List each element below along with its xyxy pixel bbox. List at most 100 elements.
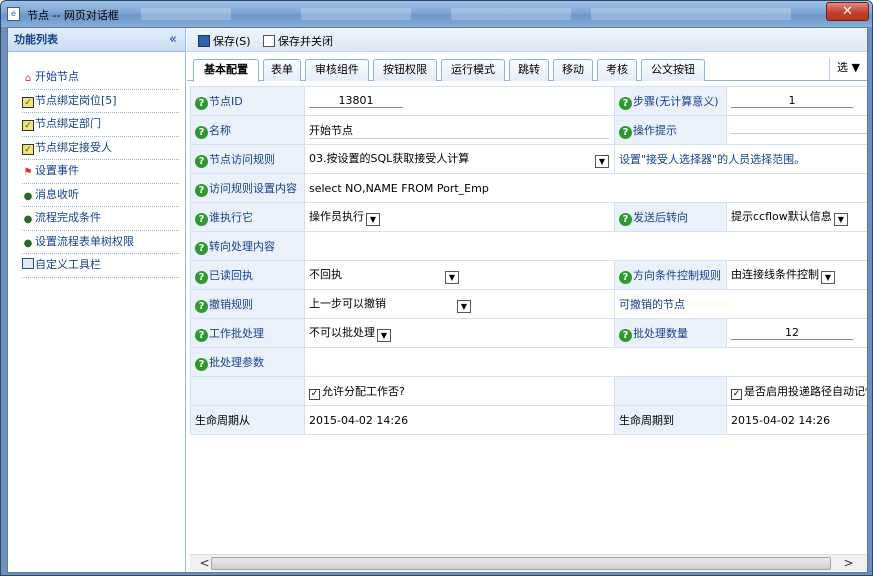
sidebar-item-label: 设置流程表单树权限 (35, 234, 134, 248)
tab-doc-button[interactable]: 公文按钮 (641, 59, 705, 81)
batch-count-label: ? 批处理数量 (614, 318, 727, 348)
help-icon: ? (619, 212, 632, 226)
sidebar-item-events[interactable]: ⚑ 设置事件 (22, 160, 179, 184)
sidebar-item-form-tree[interactable]: ● 设置流程表单树权限 (22, 231, 179, 254)
chevron-down-icon: ▼ (821, 271, 835, 284)
label-text: 发送后转向 (633, 210, 688, 224)
tab-run-mode[interactable]: 运行模式 (441, 59, 505, 81)
title-bar-blur (451, 8, 571, 20)
checkbox-label: 是否启用投递路径自动记忆 (744, 384, 867, 398)
sidebar-item-message[interactable]: ● 消息收听 (22, 184, 179, 207)
close-button[interactable]: ✕ (826, 2, 869, 21)
table-row: ? 转向处理内容 (190, 231, 867, 261)
access-rule-cell: 03.按设置的SQL获取接受人计算 ▼ (304, 144, 615, 174)
table-row: ? 节点ID 13801 ? 步骤(无计算意义) 1 (190, 86, 867, 116)
label-text: 节点ID (209, 94, 243, 108)
title-bar-blur (591, 8, 791, 20)
save-button[interactable]: 保存(S) (198, 33, 251, 49)
batch-select[interactable]: 不可以批处理 ▼ (309, 324, 391, 342)
sidebar-item-label: 自定义工具栏 (35, 258, 101, 271)
help-icon: ? (195, 241, 208, 255)
help-icon: ? (619, 328, 632, 342)
life-to-label: 生命周期到 (614, 405, 727, 435)
life-from-value[interactable]: 2015-04-02 14:26 (304, 405, 615, 435)
batch-count-field[interactable]: 12 (731, 326, 853, 340)
life-from-label: 生命周期从 (190, 405, 305, 435)
cancel-rule-label: ? 撤销规则 (190, 289, 305, 319)
users-icon: ● (23, 190, 33, 202)
turn-content-field[interactable] (304, 231, 867, 261)
label-text: 批处理数量 (633, 326, 688, 340)
enable-route-checkbox[interactable]: ✓ (731, 388, 742, 400)
sidebar-item-bind-station[interactable]: ✓ 节点绑定岗位[5] (22, 90, 179, 113)
tab-bar: 基本配置 表单 审核组件 按钮权限 运行模式 跳转 移动 考核 公文按钮 选 ▼ (187, 55, 867, 82)
sidebar-item-bind-receiver[interactable]: ✓ 节点绑定接受人 (22, 137, 179, 160)
sidebar-item-label: 开始节点 (35, 70, 79, 83)
sidebar-item-label: 消息收听 (35, 187, 79, 201)
title-bar-blur (301, 8, 411, 20)
sidebar-item-complete-cond[interactable]: ● 流程完成条件 (22, 207, 179, 231)
life-to-value[interactable]: 2015-04-02 14:26 (726, 405, 867, 435)
name-field[interactable]: 开始节点 (309, 122, 609, 139)
scroll-right-icon[interactable]: > (840, 555, 857, 572)
chevron-down-icon: ▼ (457, 300, 471, 313)
label-text: 方向条件控制规则 (633, 268, 721, 282)
read-receipt-cell: 不回执 ▼ (304, 260, 615, 290)
step-cell: 1 (726, 86, 867, 116)
who-exec-select[interactable]: 操作员执行 ▼ (309, 208, 380, 226)
select-value: 不回执 (309, 268, 342, 281)
page-icon: e (7, 7, 20, 21)
window-icon (263, 35, 275, 47)
collapse-icon[interactable]: « (169, 28, 177, 52)
node-id-field[interactable]: 13801 (309, 94, 403, 108)
node-id-label: ? 节点ID (190, 86, 305, 116)
dir-cond-select[interactable]: 由连接线条件控制 ▼ (731, 266, 835, 284)
horizontal-scrollbar[interactable]: < > (190, 554, 867, 571)
sidebar-item-toolbar[interactable]: 自定义工具栏 (22, 254, 179, 278)
save-close-button[interactable]: 保存并关闭 (263, 33, 333, 49)
tab-move[interactable]: 移动 (553, 59, 593, 81)
help-icon: ? (619, 270, 632, 284)
checkbox-icon: ✓ (22, 96, 34, 108)
title-bar: e 节点 -- 网页对话框 ✕ (1, 1, 872, 27)
sidebar-item-start-node[interactable]: ⌂ 开始节点 (22, 66, 179, 90)
panel-title: 功能列表 (14, 33, 58, 46)
label-text: 节点访问规则 (209, 152, 275, 166)
tab-button-permission[interactable]: 按钮权限 (373, 59, 437, 81)
select-value: 操作员执行 (309, 210, 364, 223)
tab-basic-config[interactable]: 基本配置 (193, 59, 259, 82)
sidebar-item-label: 设置事件 (35, 164, 79, 177)
tab-audit-component[interactable]: 审核组件 (305, 59, 369, 81)
help-icon: ? (195, 96, 208, 110)
read-receipt-select[interactable]: 不回执 ▼ (309, 266, 459, 284)
allow-assign-cell: ✓ 允许分配工作否? (304, 376, 615, 406)
step-field[interactable]: 1 (731, 94, 853, 108)
checkbox-label: 允许分配工作否? (322, 384, 405, 398)
access-content-field[interactable]: select NO,NAME FROM Port_Emp (304, 173, 867, 203)
scrollbar-thumb[interactable] (211, 557, 831, 570)
sidebar-item-bind-dept[interactable]: ✓ 节点绑定部门 (22, 113, 179, 137)
chevron-down-icon: ▼ (366, 213, 380, 226)
op-tip-field[interactable] (731, 132, 867, 134)
tab-assess[interactable]: 考核 (597, 59, 637, 81)
cancel-nodes-link[interactable]: 可撤销的节点 (614, 289, 867, 319)
help-icon: ? (619, 125, 632, 139)
save-close-label: 保存并关闭 (278, 35, 333, 48)
who-exec-cell: 操作员执行 ▼ (304, 202, 615, 232)
dialog-client: 功能列表 « ⌂ 开始节点 ✓ 节点绑定岗位[5] ✓ 节点绑定部门 ✓ 节点绑定接受人… (7, 27, 868, 573)
cancel-rule-select[interactable]: 上一步可以撤销 ▼ (309, 295, 471, 313)
table-row: 生命周期从 2015-04-02 14:26 生命周期到 2015-04-02 … (190, 405, 867, 435)
who-exec-label: ? 谁执行它 (190, 202, 305, 232)
function-list-panel: 功能列表 « ⌂ 开始节点 ✓ 节点绑定岗位[5] ✓ 节点绑定部门 ✓ 节点绑定接受人… (8, 28, 186, 572)
tab-more-button[interactable]: 选 ▼ (829, 58, 867, 80)
tab-form[interactable]: 表单 (263, 59, 301, 81)
batch-param-field[interactable] (304, 347, 867, 377)
after-send-select[interactable]: 提示ccflow默认信息 ▼ (731, 208, 848, 226)
label-text: 转向处理内容 (209, 239, 275, 253)
access-rule-select[interactable]: 03.按设置的SQL获取接受人计算 ▼ (309, 150, 609, 168)
label-text: 谁执行它 (209, 210, 253, 224)
allow-assign-checkbox[interactable]: ✓ (309, 388, 320, 400)
table-row: ? 撤销规则 上一步可以撤销 ▼ 可撤销的节点 (190, 289, 867, 319)
label-text: 访问规则设置内容 (209, 181, 297, 195)
tab-jump[interactable]: 跳转 (509, 59, 549, 81)
